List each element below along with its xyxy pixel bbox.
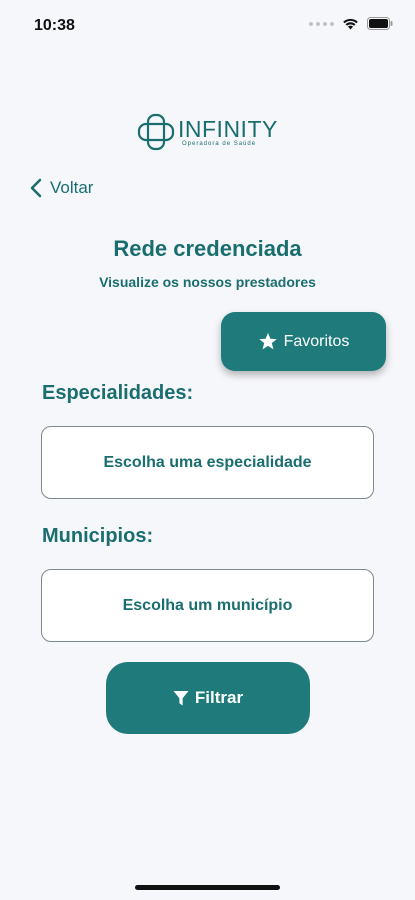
municipality-select[interactable]: Escolha um município [41,569,374,642]
municipalities-label: Municipios: [42,525,154,547]
battery-icon [367,17,393,30]
logo-mark-icon [137,113,175,151]
status-bar: 10:38 [0,0,415,52]
status-time: 10:38 [34,17,75,34]
status-icons [309,17,393,30]
back-button[interactable]: Voltar [30,176,93,200]
specialties-label: Especialidades: [42,382,194,404]
favorites-label: Favoritos [283,332,350,350]
page-subtitle: Visualize os nossos prestadores [99,274,316,290]
cellular-signal-icon [309,21,334,26]
logo-text: INFINITY Operadora de Saúde [178,117,278,148]
chevron-left-icon [30,178,42,198]
specialty-select[interactable]: Escolha uma especialidade [41,426,374,499]
filter-icon [173,690,189,705]
infinity-logo: INFINITY Operadora de Saúde [136,112,281,152]
specialty-select-text: Escolha uma especialidade [103,453,312,471]
favorites-button[interactable]: Favoritos [221,312,386,371]
filter-label: Filtrar [194,688,244,707]
page-title: Rede credenciada [113,236,302,261]
municipality-select-text: Escolha um município [122,596,293,614]
star-icon [258,332,277,350]
logo-name: INFINITY [178,115,278,142]
wifi-icon [343,18,358,30]
filter-button[interactable]: Filtrar [106,662,310,734]
home-indicator [135,885,280,890]
logo-tagline: Operadora de Saúde [182,140,257,147]
back-label: Voltar [50,178,94,197]
